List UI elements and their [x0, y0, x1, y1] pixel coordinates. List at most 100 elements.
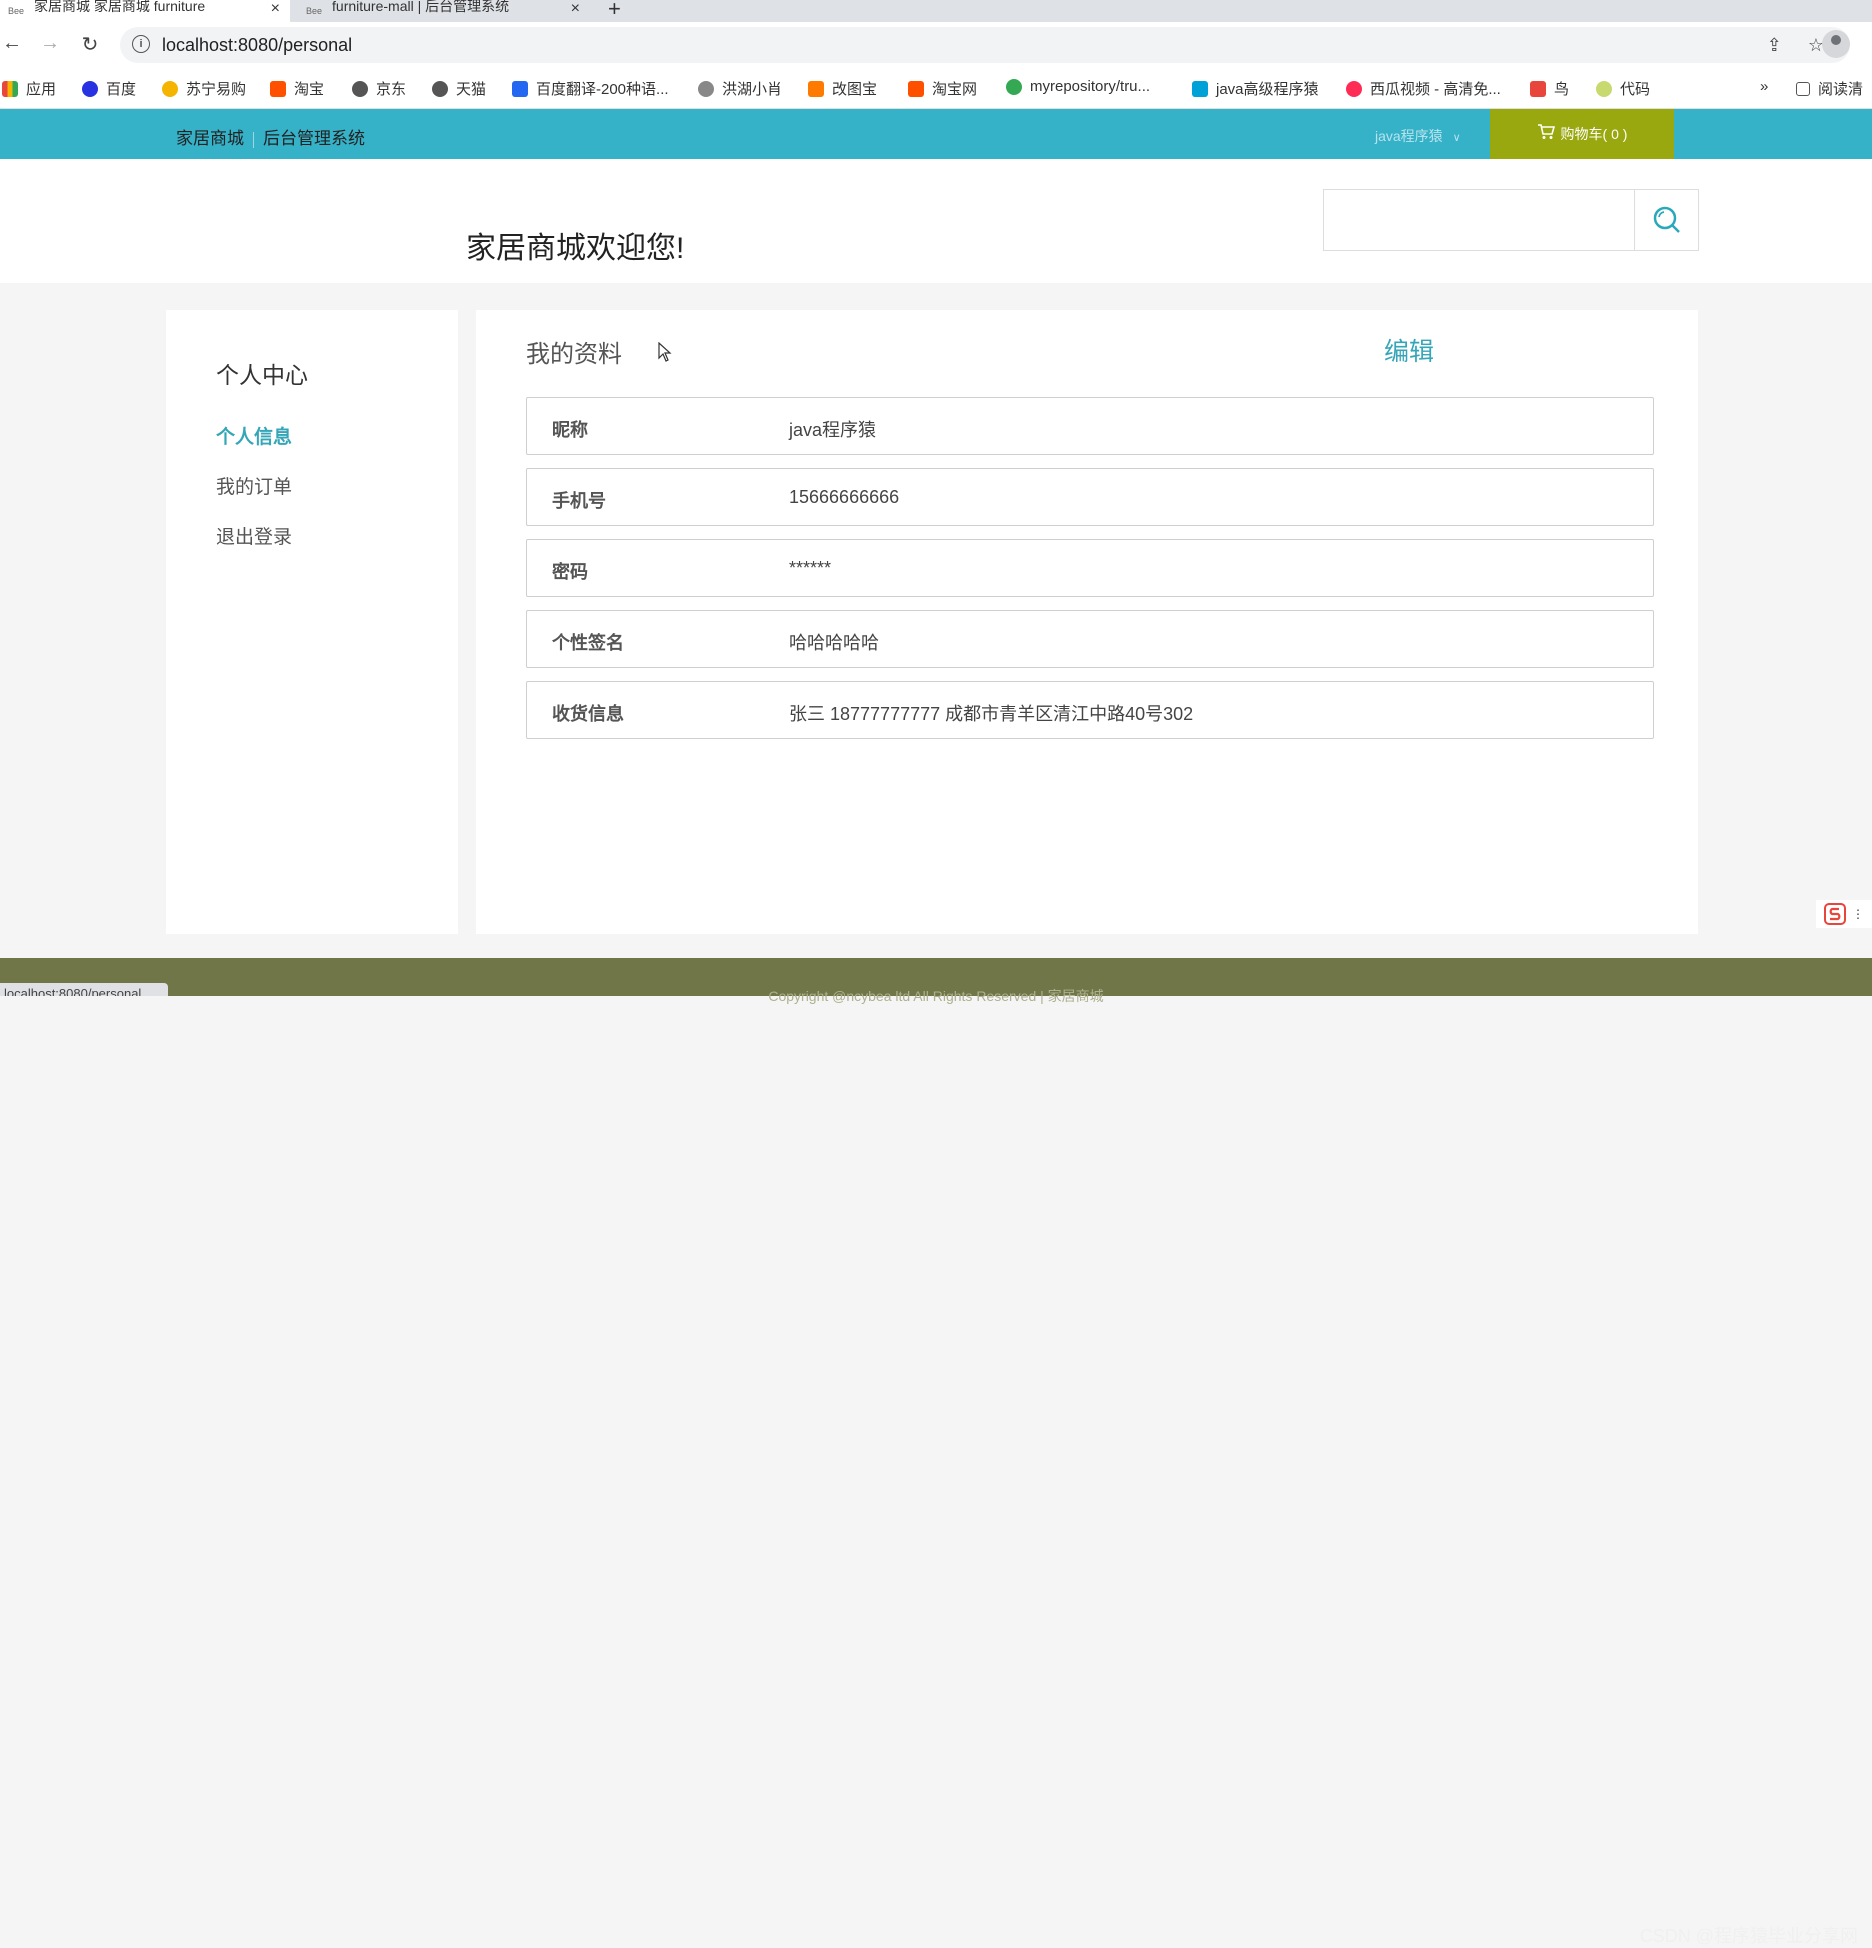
reload-icon[interactable]: ↻ — [78, 32, 102, 57]
row-value: 哈哈哈哈哈 — [789, 633, 879, 653]
profile-row-shipping: 收货信息 张三 18777777777 成都市青羊区清江中路40号302 — [526, 681, 1654, 739]
profile-title: 我的资料 — [526, 341, 622, 368]
address-bar-row: ← → ↻ i localhost:8080/personal ⇪ ☆ — [0, 22, 1872, 68]
sidebar-item-orders[interactable]: 我的订单 — [216, 472, 292, 499]
row-label: 个性签名 — [552, 633, 624, 653]
row-label: 密码 — [552, 562, 588, 582]
row-value: 15666666666 — [789, 487, 900, 507]
tab-favicon-icon: Bee — [306, 6, 323, 16]
edit-button[interactable]: 编辑 — [1384, 332, 1434, 368]
profile-panel: 我的资料 编辑 昵称 java程序猿 手机号 15666666666 密码 **… — [476, 310, 1698, 934]
globe-icon — [432, 80, 448, 97]
row-label: 昵称 — [552, 420, 588, 440]
bookmark-label: java高级程序猿 — [1216, 81, 1319, 98]
row-label: 收货信息 — [552, 704, 624, 724]
bookmark-taobao[interactable]: 淘宝 — [270, 78, 324, 99]
url-text[interactable]: localhost:8080/personal — [162, 35, 352, 56]
footer-copyright: Copyright @ncybea ltd All Rights Reserve… — [768, 988, 1104, 1004]
bookmark-bilibili[interactable]: java高级程序猿 — [1192, 78, 1319, 99]
tab-current[interactable]: Bee 家居商城 家居商城 furniture × — [0, 0, 290, 22]
user-dropdown[interactable]: java程序猿 ∨ — [1375, 126, 1461, 146]
taobao-icon — [270, 80, 286, 97]
bookmark-label: 代码 — [1620, 81, 1651, 98]
bookmark-honghu[interactable]: 洪湖小肖 — [698, 78, 782, 99]
bookmark-taobaowang[interactable]: 淘宝网 — [908, 78, 977, 99]
bookmark-baidu[interactable]: 百度 — [82, 78, 136, 99]
baidu-paw-icon — [82, 80, 98, 97]
tab-favicon-icon: Bee — [8, 6, 25, 16]
sidebar-item-logout[interactable]: 退出登录 — [216, 522, 292, 549]
bookmark-jd[interactable]: 京东 — [352, 78, 406, 99]
share-icon[interactable]: ⇪ — [1767, 35, 1782, 56]
watermark-text: CSDN @程序猿毕业分享网 — [1639, 1926, 1858, 1946]
close-icon[interactable]: × — [571, 0, 580, 18]
bookmark-label: 洪湖小肖 — [722, 81, 783, 98]
cart-label: 购物车( 0 ) — [1560, 126, 1628, 142]
bookmark-suning[interactable]: 苏宁易购 — [162, 78, 246, 99]
bookmarks-overflow-button[interactable]: » — [1760, 78, 1768, 95]
translate-icon — [512, 80, 528, 97]
bilibili-tv-icon — [1192, 80, 1208, 97]
chrome-icon — [1006, 78, 1022, 95]
bookmark-label: 应用 — [26, 81, 57, 98]
bookmark-gaitubao[interactable]: 改图宝 — [808, 78, 877, 99]
tab-label: furniture-mall | 后台管理系统 — [332, 0, 510, 14]
sidebar-title: 个人中心 — [216, 362, 308, 388]
extension-badge[interactable]: ⋮ — [1816, 900, 1872, 928]
user-name: java程序猿 — [1375, 128, 1443, 144]
sogou-s-icon — [1824, 903, 1846, 925]
browser-tab-bar: Bee 家居商城 家居商城 furniture × Bee furniture-… — [0, 0, 1872, 22]
more-icon: ⋮ — [1852, 907, 1864, 921]
bookmark-label: 天猫 — [456, 81, 487, 98]
bookmark-label: 西瓜视频 - 高清免... — [1370, 81, 1501, 98]
chevron-double-right-icon: » — [1760, 78, 1769, 95]
bookmark-label: 京东 — [376, 81, 407, 98]
row-value: java程序猿 — [789, 420, 877, 440]
bookmark-baidu-translate[interactable]: 百度翻译-200种语... — [512, 78, 669, 99]
bird-icon — [1530, 80, 1546, 97]
welcome-heading: 家居商城欢迎您! — [466, 232, 685, 265]
taobao-icon — [908, 80, 924, 97]
profile-row-nickname: 昵称 java程序猿 — [526, 397, 1654, 455]
new-tab-icon[interactable]: + — [608, 0, 621, 22]
bookmark-label: 淘宝 — [294, 81, 325, 98]
reading-list-button[interactable]: 阅读清 — [1796, 78, 1863, 99]
forward-icon[interactable]: → — [38, 32, 62, 55]
tab-label: 家居商城 家居商城 furniture — [34, 0, 206, 14]
bookmark-tmall[interactable]: 天猫 — [432, 78, 486, 99]
chevron-down-icon: ∨ — [1452, 132, 1461, 144]
site-top-nav: 家居商城 后台管理系统 java程序猿 ∨ 购物车( 0 ) — [0, 109, 1872, 159]
bookmark-niao[interactable]: 鸟 — [1530, 78, 1569, 99]
back-icon[interactable]: ← — [0, 32, 24, 55]
profile-avatar-icon[interactable] — [1822, 30, 1850, 58]
omnibox[interactable]: i localhost:8080/personal ⇪ ☆ — [120, 27, 1850, 63]
row-label: 手机号 — [552, 491, 606, 511]
profile-row-signature: 个性签名 哈哈哈哈哈 — [526, 610, 1654, 668]
bookmark-label: 苏宁易购 — [186, 81, 247, 98]
suning-lion-icon — [162, 80, 178, 97]
search-button[interactable] — [1635, 189, 1699, 251]
profile-row-phone: 手机号 15666666666 — [526, 468, 1654, 526]
nav-home-link[interactable]: 家居商城 — [176, 129, 244, 148]
bookmark-label: 淘宝网 — [932, 81, 978, 98]
gaitubao-icon — [808, 80, 824, 97]
site-info-icon[interactable]: i — [132, 35, 150, 53]
bookmark-label: myrepository/tru... — [1030, 78, 1151, 95]
cart-button[interactable]: 购物车( 0 ) — [1490, 109, 1674, 159]
tab-admin[interactable]: Bee furniture-mall | 后台管理系统 × — [298, 0, 590, 22]
profile-row-password: 密码 ****** — [526, 539, 1654, 597]
close-icon[interactable]: × — [271, 0, 280, 18]
bookmark-myrepository[interactable]: myrepository/tru... — [1006, 78, 1150, 95]
bookmark-xigua[interactable]: 西瓜视频 - 高清免... — [1346, 78, 1501, 99]
bookmark-apps[interactable]: 应用 — [2, 78, 56, 99]
bookmark-code[interactable]: 代码 — [1596, 78, 1650, 99]
search-input[interactable] — [1323, 189, 1635, 251]
bookmark-label: 百度翻译-200种语... — [536, 81, 669, 98]
reading-list-icon — [1796, 81, 1810, 96]
site-header: 家居商城欢迎您! — [0, 159, 1872, 283]
search-icon — [1653, 206, 1680, 233]
nav-admin-link[interactable]: 后台管理系统 — [263, 129, 365, 148]
code-icon — [1596, 80, 1612, 97]
sidebar-item-profile[interactable]: 个人信息 — [216, 422, 292, 449]
site-footer: Copyright @ncybea ltd All Rights Reserve… — [0, 958, 1872, 1946]
